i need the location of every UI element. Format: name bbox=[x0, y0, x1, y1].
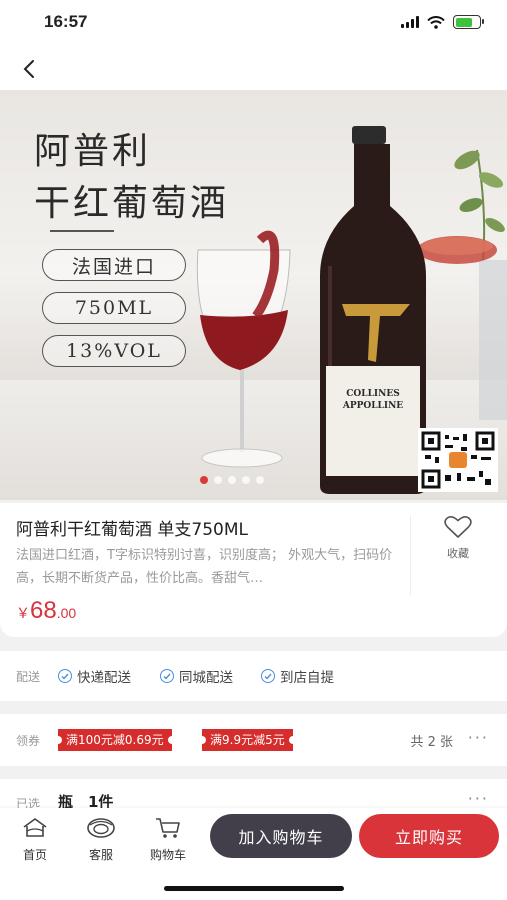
home-icon bbox=[23, 818, 47, 837]
signal-icon bbox=[401, 16, 419, 28]
customer-service-icon bbox=[87, 818, 115, 838]
favorite-button[interactable]: 收藏 bbox=[436, 515, 480, 561]
home-indicator bbox=[164, 886, 344, 891]
product-description: 法国进口红酒，T字标识特别讨喜，识别度高； 外观大气，扫码价高，长期不断货产品，… bbox=[16, 548, 393, 586]
chevron-left-icon bbox=[23, 60, 34, 78]
battery-icon bbox=[453, 15, 484, 29]
nav-bar bbox=[0, 48, 507, 90]
bottom-action-bar: 首页 客服 购物车 加入购物车 立即购买 bbox=[0, 808, 507, 900]
delivery-option-same-city[interactable]: 同城配送 bbox=[160, 666, 233, 686]
carousel-dot[interactable] bbox=[200, 476, 208, 484]
coupon-badge[interactable]: 满100元减0.69元 bbox=[54, 729, 176, 751]
status-time: 16:57 bbox=[44, 12, 88, 31]
tab-cart[interactable]: 购物车 bbox=[143, 816, 193, 863]
product-image-carousel[interactable]: 阿普利 干红葡萄酒 法国进口 750ML 13%VOL COLLINES APP… bbox=[0, 90, 507, 500]
qr-code-image bbox=[418, 428, 498, 492]
more-icon[interactable]: ··· bbox=[468, 728, 489, 747]
favorite-label: 收藏 bbox=[447, 547, 469, 560]
hero-title: 阿普利 干红葡萄酒 bbox=[34, 131, 230, 224]
coupons-label: 领券 bbox=[16, 734, 41, 748]
wine-glass-image bbox=[190, 220, 300, 484]
coupon-badge[interactable]: 满9.9元减5元 bbox=[198, 729, 297, 751]
product-title: 阿普利干红葡萄酒 单支750ML bbox=[16, 520, 248, 540]
buy-now-button[interactable]: 立即购买 bbox=[359, 814, 499, 858]
price-decimal: .00 bbox=[56, 605, 77, 621]
status-bar: 16:57 bbox=[0, 0, 507, 48]
hero-divider bbox=[50, 230, 114, 232]
tab-cart-label: 购物车 bbox=[149, 848, 186, 862]
carousel-dot[interactable] bbox=[256, 476, 264, 484]
carousel-indicator bbox=[200, 476, 264, 484]
check-circle-icon bbox=[261, 669, 275, 683]
divider bbox=[410, 515, 411, 595]
status-icons bbox=[401, 15, 484, 29]
tab-customer-service[interactable]: 客服 bbox=[76, 816, 126, 863]
carousel-dot[interactable] bbox=[242, 476, 250, 484]
delivery-option-label: 到店自提 bbox=[280, 670, 334, 686]
delivery-option-label: 快递配送 bbox=[77, 670, 131, 686]
product-detail-page: 16:57 阿普利 干红葡萄酒 法国进口 750ML 13%VOL COLLIN… bbox=[0, 0, 507, 900]
check-circle-icon bbox=[160, 669, 174, 683]
tab-home-label: 首页 bbox=[22, 848, 47, 862]
tab-home[interactable]: 首页 bbox=[10, 816, 60, 863]
product-info-card: 阿普利干红葡萄酒 单支750ML 法国进口红酒，T字标识特别讨喜，识别度高； 外… bbox=[0, 503, 507, 637]
add-to-cart-button[interactable]: 加入购物车 bbox=[210, 814, 352, 858]
product-price: ￥68.00 bbox=[16, 597, 76, 625]
hero-pill-origin: 法国进口 bbox=[42, 249, 186, 281]
delivery-option-label: 同城配送 bbox=[179, 670, 233, 686]
price-currency: ￥ bbox=[16, 605, 30, 621]
carousel-dot[interactable] bbox=[228, 476, 236, 484]
wine-bottle-image: COLLINES APPOLLINE bbox=[312, 126, 432, 500]
carousel-dot[interactable] bbox=[214, 476, 222, 484]
coupons-row[interactable]: 领券 满100元减0.69元 满9.9元减5元 共 2 张 ··· bbox=[0, 714, 507, 766]
delivery-option-express[interactable]: 快递配送 bbox=[58, 666, 131, 686]
heart-icon bbox=[444, 515, 472, 538]
hero-pill-abv: 13%VOL bbox=[42, 335, 186, 367]
back-button[interactable] bbox=[14, 54, 44, 84]
delivery-label: 配送 bbox=[16, 670, 41, 684]
hero-pill-volume: 750ML bbox=[42, 292, 186, 324]
more-icon[interactable]: ··· bbox=[468, 789, 489, 808]
price-integer: 68 bbox=[30, 597, 57, 624]
coupon-count: 共 2 张 bbox=[410, 735, 453, 750]
tab-service-label: 客服 bbox=[88, 848, 113, 862]
cart-icon bbox=[156, 818, 180, 838]
delivery-row: 配送 快递配送 同城配送 到店自提 bbox=[0, 651, 507, 701]
wifi-icon bbox=[427, 15, 445, 29]
bottle-label-text: COLLINES APPOLLINE bbox=[342, 389, 404, 411]
check-circle-icon bbox=[58, 669, 72, 683]
delivery-option-pickup[interactable]: 到店自提 bbox=[261, 666, 334, 686]
